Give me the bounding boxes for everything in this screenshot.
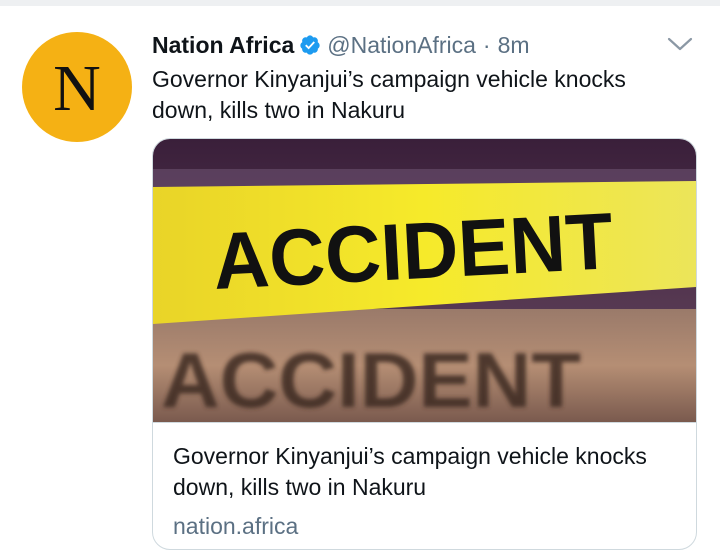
author-handle[interactable]: @NationAfrica (327, 32, 476, 59)
timestamp[interactable]: 8m (498, 32, 530, 59)
separator-dot: · (482, 31, 491, 58)
link-card[interactable]: ACCIDENT ACCIDENT Governor Kinyanjui’s c… (152, 138, 697, 550)
verified-badge-icon (300, 35, 320, 55)
author-name[interactable]: Nation Africa (152, 32, 294, 59)
tweet-text: Governor Kinyanjui’s campaign vehicle kn… (152, 66, 626, 123)
avatar-letter: N (53, 52, 101, 125)
chevron-down-icon[interactable] (666, 34, 694, 54)
avatar[interactable]: N (22, 32, 132, 142)
card-domain: nation.africa (173, 513, 299, 539)
tweet-header: Nation Africa @NationAfrica · 8m (152, 30, 530, 60)
card-title: Governor Kinyanjui’s campaign vehicle kn… (173, 443, 647, 500)
tweet[interactable]: N Nation Africa @NationAfrica · 8m Gover… (0, 6, 720, 550)
image-text-secondary: ACCIDENT (161, 336, 581, 422)
card-body[interactable]: Governor Kinyanjui’s campaign vehicle kn… (153, 422, 696, 549)
card-image[interactable]: ACCIDENT ACCIDENT (153, 139, 696, 422)
